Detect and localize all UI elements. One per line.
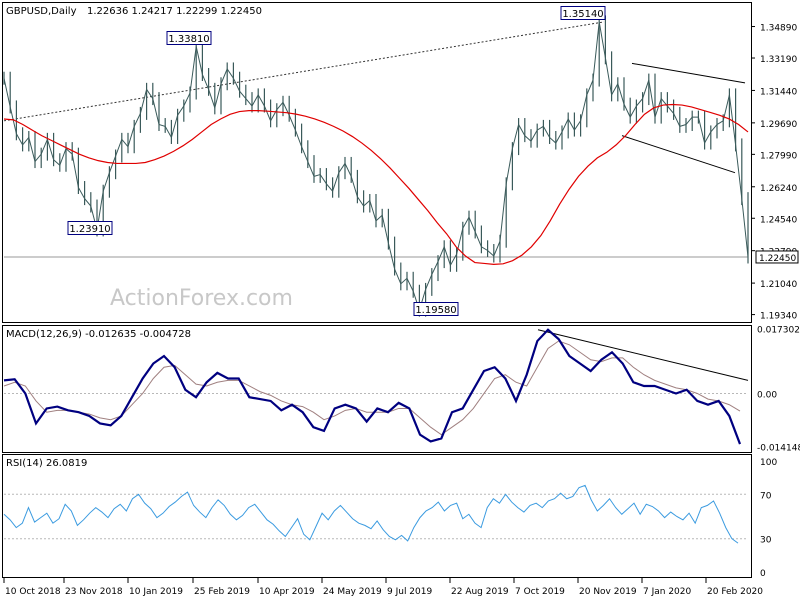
price-tick-label: 1.27990: [760, 151, 797, 161]
macd-line: [3, 328, 742, 445]
rsi-tick-label: 70: [760, 491, 772, 501]
x-tick-label: 10 Jan 2019: [129, 587, 183, 597]
price-annotation: 1.23910: [67, 221, 113, 235]
x-tick-label: 7 Jan 2020: [643, 587, 691, 597]
price-tick-label: 1.31440: [760, 87, 797, 97]
price-tick-label: 1.24540: [760, 215, 797, 225]
annotation-label: 1.19580: [415, 305, 456, 316]
rsi-line: [3, 484, 739, 544]
x-tick-label: 25 Feb 2019: [194, 587, 250, 597]
rsi-tick-label: 0: [760, 569, 766, 579]
rising-trendline: [3, 21, 605, 122]
macd-tick-label: 0.017302: [757, 326, 800, 336]
annotation-label: 1.35140: [562, 9, 603, 20]
price-tick-label: 1.26240: [760, 184, 797, 194]
x-tick-label: 20 Feb 2020: [707, 587, 763, 597]
price-panel: 1.33810 1.23910 1.19580 1.35140: [3, 6, 749, 317]
macd-panel-frame: [2, 325, 752, 453]
price-tick-label: 1.34890: [760, 24, 797, 34]
rsi-tick-label: 30: [760, 536, 772, 546]
ohlc-readout: 1.22636 1.24217 1.22299 1.22450: [87, 6, 262, 17]
chart-title: GBPUSD,Daily: [6, 6, 77, 17]
price-tick-label: 1.21040: [760, 280, 797, 290]
x-tick-label: 10 Apr 2019: [259, 587, 315, 597]
channel-lower-line: [621, 135, 736, 174]
x-tick-label: 22 Aug 2019: [451, 587, 509, 597]
x-tick-label: 23 Nov 2018: [65, 587, 123, 597]
x-tick-label: 20 Nov 2019: [579, 587, 637, 597]
annotation-label: 1.33810: [168, 34, 209, 45]
price-tick-label: 1.29690: [760, 120, 797, 130]
price-panel-frame: [2, 2, 752, 323]
price-annotation: 1.35140: [560, 6, 606, 20]
macd-tick-label: 0.00: [757, 390, 777, 400]
moving-average-line: [3, 103, 749, 265]
rsi-panel: [3, 484, 748, 544]
macd-panel: [3, 328, 749, 445]
rsi-title: RSI(14) 26.0819: [6, 458, 87, 469]
rsi-tick-label: 100: [760, 458, 777, 468]
price-annotation: 1.19580: [413, 302, 459, 316]
macd-title: MACD(12,26,9) -0.012635 -0.004728: [6, 329, 191, 340]
annotation-label: 1.23910: [69, 224, 110, 235]
x-tick-label: 7 Oct 2019: [515, 587, 565, 597]
chart-canvas: GBPUSD,Daily 1.22636 1.24217 1.22299 1.2…: [2, 2, 800, 597]
watermark: ActionForex.com: [110, 286, 293, 311]
rsi-panel-frame: [2, 454, 752, 578]
macd-tick-label: -0.014148: [757, 443, 800, 453]
x-tick-label: 9 Jul 2019: [387, 587, 432, 597]
x-tick-label: 24 May 2019: [323, 587, 382, 597]
price-tick-label: 1.19340: [760, 312, 797, 322]
price-annotation: 1.33810: [166, 31, 212, 45]
current-price-label: 1.22450: [759, 254, 796, 264]
x-tick-label: 10 Oct 2018: [5, 587, 61, 597]
chart-root: GBPUSD,Daily 1.22636 1.24217 1.22299 1.2…: [0, 0, 800, 600]
price-tick-label: 1.33190: [760, 55, 797, 65]
